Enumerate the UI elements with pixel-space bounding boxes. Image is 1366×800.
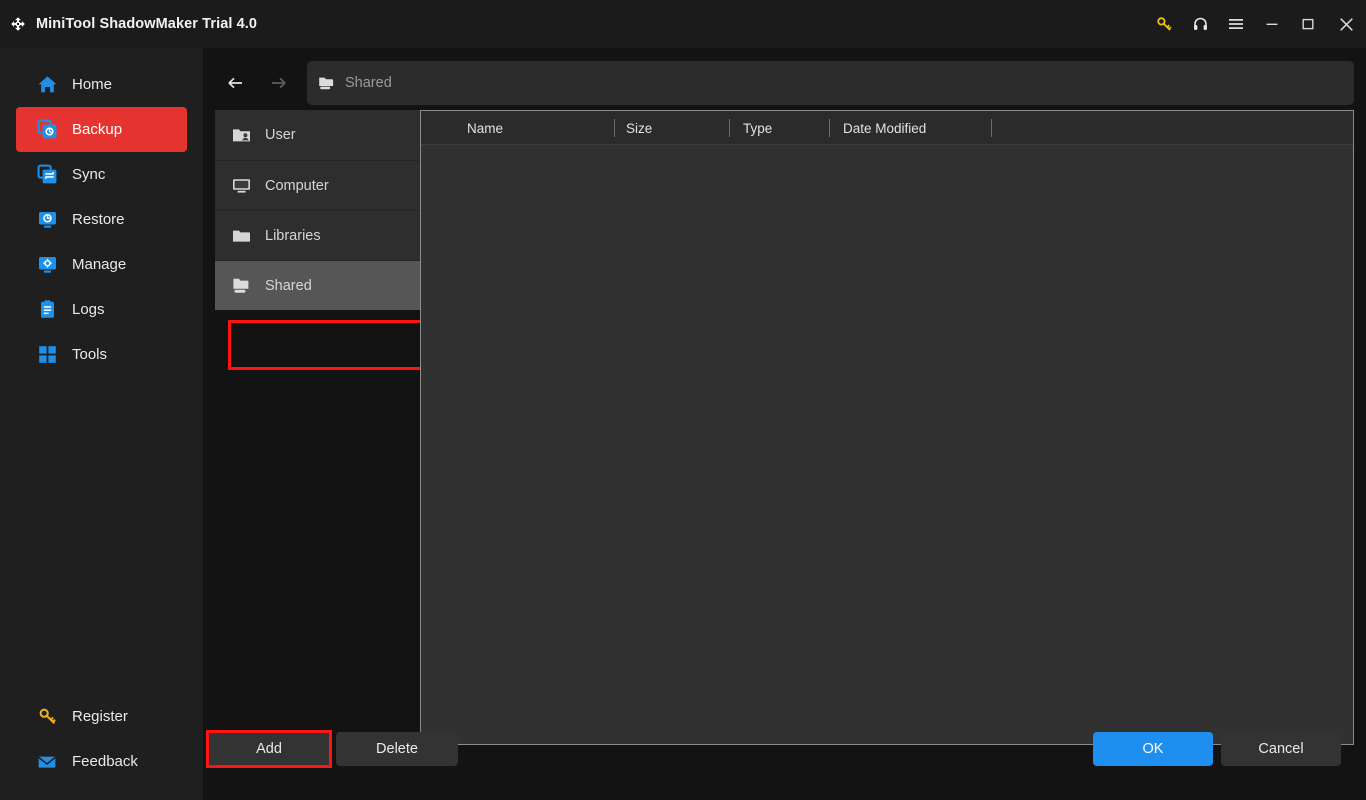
key-icon	[36, 706, 58, 728]
folder-icon	[231, 226, 251, 246]
restore-icon	[36, 209, 58, 231]
tree-item-label: Computer	[265, 177, 329, 194]
add-button[interactable]: Add	[208, 732, 330, 766]
dialog-footer: Add Delete OK Cancel	[203, 700, 1366, 800]
folder-picker-dialog: Shared User Computer Libraries Shared Na…	[203, 48, 1366, 800]
sidebar-item-sync[interactable]: Sync	[16, 152, 187, 197]
delete-button[interactable]: Delete	[336, 732, 458, 766]
column-separator[interactable]	[729, 119, 730, 137]
sidebar-item-label: Tools	[72, 346, 108, 363]
sidebar-item-label: Backup	[72, 121, 123, 138]
sidebar-item-label: Manage	[72, 256, 127, 273]
sidebar-item-label: Feedback	[72, 753, 138, 770]
file-list-body[interactable]	[421, 145, 1353, 743]
sidebar-item-tools[interactable]: Tools	[16, 332, 187, 377]
sidebar-item-logs[interactable]: Logs	[16, 287, 187, 332]
navigation-bar: Shared	[215, 61, 1354, 105]
license-key-button[interactable]	[1146, 0, 1182, 48]
logs-icon	[36, 299, 58, 321]
refresh-circular-arrows-icon	[8, 14, 28, 34]
sidebar-nav: Home Backup Sync Restore Manage Logs Too…	[0, 62, 203, 377]
tree-item-computer[interactable]: Computer	[215, 160, 420, 210]
sidebar-item-label: Restore	[72, 211, 125, 228]
tree-item-label: Libraries	[265, 227, 321, 244]
column-separator[interactable]	[829, 119, 830, 137]
forward-button[interactable]	[257, 61, 299, 105]
sidebar-item-register[interactable]: Register	[16, 694, 187, 739]
back-button[interactable]	[215, 61, 257, 105]
sidebar-item-label: Register	[72, 708, 128, 725]
file-list-header: Name Size Type Date Modified	[421, 111, 1353, 145]
sidebar-item-home[interactable]: Home	[16, 62, 187, 107]
sidebar-footer-nav: Register Feedback	[0, 694, 203, 784]
tree-item-label: User	[265, 127, 296, 143]
column-header-size[interactable]: Size	[626, 111, 652, 145]
shared-folder-icon	[231, 276, 251, 296]
shared-selection-highlight	[228, 320, 432, 370]
address-bar[interactable]: Shared	[307, 61, 1354, 105]
cancel-button[interactable]: Cancel	[1221, 732, 1341, 766]
sidebar: Home Backup Sync Restore Manage Logs Too…	[0, 48, 203, 800]
sidebar-item-label: Logs	[72, 301, 105, 318]
sidebar-item-feedback[interactable]: Feedback	[16, 739, 187, 784]
app-title: MiniTool ShadowMaker Trial 4.0	[36, 16, 258, 32]
title-bar: MiniTool ShadowMaker Trial 4.0	[0, 0, 1366, 48]
tools-icon	[36, 344, 58, 366]
support-headphones-button[interactable]	[1182, 0, 1218, 48]
minimize-button[interactable]	[1254, 0, 1290, 48]
window-controls	[1146, 0, 1366, 48]
address-text: Shared	[345, 75, 392, 91]
backup-icon	[36, 119, 58, 141]
sync-icon	[36, 164, 58, 186]
sidebar-item-label: Sync	[72, 166, 106, 183]
location-tree-panel: User Computer Libraries Shared	[215, 110, 432, 745]
column-separator[interactable]	[991, 119, 992, 137]
column-separator[interactable]	[614, 119, 615, 137]
tree-item-shared[interactable]: Shared	[215, 260, 420, 310]
sidebar-item-backup[interactable]: Backup	[16, 107, 187, 152]
ok-button[interactable]: OK	[1093, 732, 1213, 766]
computer-icon	[231, 176, 251, 196]
tree-item-user[interactable]: User	[215, 110, 420, 160]
maximize-button[interactable]	[1290, 0, 1326, 48]
column-header-name[interactable]: Name	[467, 111, 503, 145]
user-folder-icon	[231, 125, 251, 145]
sidebar-item-manage[interactable]: Manage	[16, 242, 187, 287]
column-header-date-modified[interactable]: Date Modified	[843, 111, 926, 145]
hamburger-menu-button[interactable]	[1218, 0, 1254, 48]
manage-icon	[36, 254, 58, 276]
close-button[interactable]	[1326, 0, 1366, 48]
file-list-panel: Name Size Type Date Modified	[420, 110, 1354, 745]
sidebar-item-restore[interactable]: Restore	[16, 197, 187, 242]
tree-item-label: Shared	[265, 277, 312, 294]
envelope-icon	[36, 751, 58, 773]
column-header-type[interactable]: Type	[743, 111, 772, 145]
home-icon	[36, 74, 58, 96]
shared-folder-icon	[318, 75, 335, 91]
sidebar-item-label: Home	[72, 76, 113, 93]
tree-item-libraries[interactable]: Libraries	[215, 210, 420, 260]
